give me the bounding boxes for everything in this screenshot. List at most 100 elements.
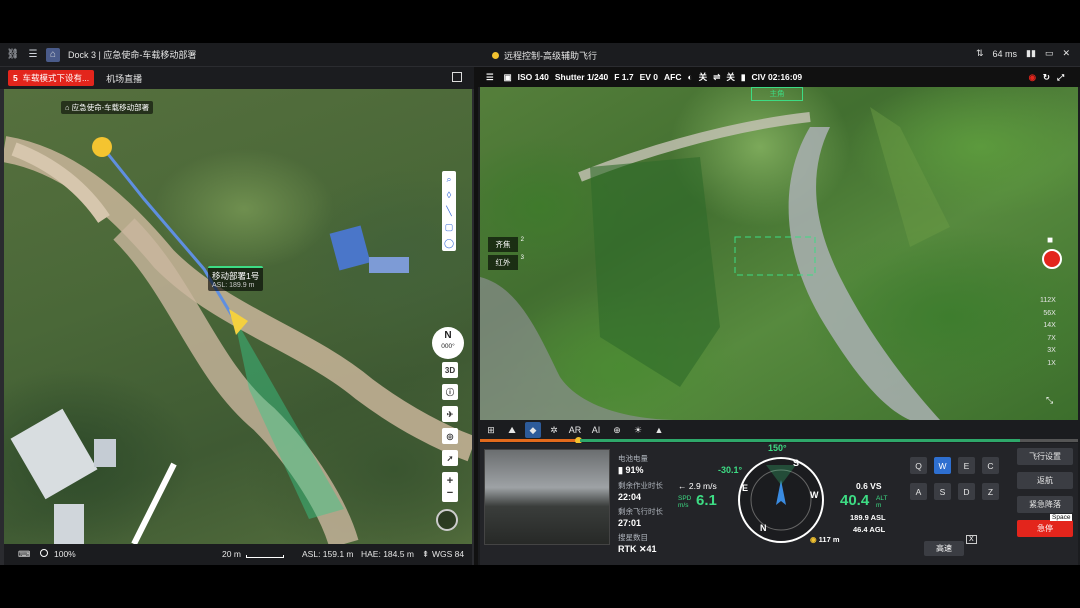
key-a[interactable]: A xyxy=(910,483,927,500)
opt1-value[interactable]: 关 xyxy=(699,71,708,83)
close-icon[interactable]: ✕ xyxy=(1062,48,1070,59)
expand-icon[interactable]: ⤢ xyxy=(1057,72,1064,83)
key-z[interactable]: Z xyxy=(982,483,999,500)
target-box[interactable]: 主角 xyxy=(751,87,803,101)
navigate-icon[interactable]: ➚ xyxy=(442,450,458,466)
fullscreen-icon[interactable] xyxy=(452,72,462,82)
screen-icon[interactable]: ▭ xyxy=(1045,48,1054,59)
ev-value[interactable]: EV 0 xyxy=(640,72,658,82)
circle-icon[interactable]: ◯ xyxy=(442,235,456,251)
home-icon: ◉ xyxy=(810,535,817,544)
return-home-button[interactable]: 返航 xyxy=(1017,472,1073,489)
spd-value: 6.1 xyxy=(696,492,717,509)
dist-text: 117 m xyxy=(818,535,840,544)
agl-value: 46.4 AGL xyxy=(853,525,886,534)
opt1-icon: ◐ xyxy=(687,72,693,82)
dock-icon[interactable]: ⌂ xyxy=(46,47,60,62)
aircraft-icon[interactable]: ✈ xyxy=(442,406,458,422)
zoom-percent: 100% xyxy=(54,549,76,559)
area-icon[interactable]: ▢ xyxy=(442,219,456,235)
key-w[interactable]: W xyxy=(934,457,951,474)
battery-label: 电池电量 xyxy=(618,454,648,463)
emergency-land-button[interactable]: 紧急降落 xyxy=(1017,496,1073,513)
video-record-icon[interactable]: ■ xyxy=(1047,235,1053,246)
compass-degree: 000° xyxy=(441,343,455,350)
progress-track[interactable] xyxy=(480,437,1078,444)
key-e[interactable]: E xyxy=(958,457,975,474)
lens-switch: 齐焦 2 红外 3 xyxy=(488,237,524,270)
ar-icon[interactable]: AR xyxy=(567,422,583,438)
zoom-in-button[interactable]: + xyxy=(447,475,453,487)
link-icon[interactable]: ⛓ xyxy=(6,48,20,62)
ai-icon[interactable]: AI xyxy=(588,422,604,438)
locate-icon[interactable]: ◎ xyxy=(442,428,458,444)
dist-value: ◉ 117 m xyxy=(810,535,840,544)
line-icon[interactable]: ╲ xyxy=(442,203,456,219)
speaker-icon[interactable]: ▲ xyxy=(651,422,667,438)
record-icon[interactable]: ◉ xyxy=(1029,72,1036,83)
zoom-level-1x[interactable]: 1X xyxy=(1040,358,1056,371)
mode-tag[interactable]: 5 车载模式下设有... xyxy=(8,70,95,86)
emergency-stop-button[interactable]: 急停 xyxy=(1017,520,1073,537)
zoom-slider-icon[interactable]: ⤡ xyxy=(1046,395,1053,406)
compass-e: E xyxy=(742,483,749,493)
shutter-button[interactable] xyxy=(1042,249,1062,269)
zoom-level-3x[interactable]: 3X xyxy=(1040,345,1056,358)
refresh-icon[interactable]: ↻ xyxy=(1043,72,1050,83)
zoom-level-14x[interactable]: 14X xyxy=(1040,320,1055,333)
opt2-value[interactable]: 关 xyxy=(726,71,735,83)
pin-icon[interactable]: ◊ xyxy=(442,187,456,203)
record-circle-icon xyxy=(40,549,48,557)
rtk-value: RTK ✕41 xyxy=(618,544,657,554)
dock-map-label-text: 应急使命-车载移动部署 xyxy=(71,103,150,112)
search-icon[interactable]: ⌕ xyxy=(442,171,456,187)
key-q[interactable]: Q xyxy=(910,457,927,474)
storage-time: CIV 02:16:09 xyxy=(751,72,803,82)
shutter-value[interactable]: Shutter 1/240 xyxy=(555,72,608,82)
key-d[interactable]: D xyxy=(958,483,975,500)
zoom-level-7x[interactable]: 7X xyxy=(1040,333,1056,346)
high-speed-button[interactable]: 高速 xyxy=(924,541,964,556)
zoom-level-56x[interactable]: 56X xyxy=(1040,308,1055,321)
target-icon[interactable]: ◆ xyxy=(525,422,541,438)
lens-ir-text: 红外 xyxy=(495,258,511,267)
satellite-map[interactable]: ⌂ 应急使命-车载移动部署 移动部署1号 ASL: 189.9 m ⌕ ◊ ╲ … xyxy=(4,89,472,544)
list-icon[interactable]: ☰ xyxy=(26,48,40,62)
dock-map-icon: ⌂ xyxy=(65,103,72,112)
lens-ir-number: 3 xyxy=(520,255,524,261)
gimbal-icon[interactable]: ⊕ xyxy=(609,422,625,438)
live-video[interactable]: 主角 齐焦 2 红外 3 ■ 112X 56X 14X 7X 3X 1X ⤡ xyxy=(480,87,1078,420)
remain-label: 剩余作业时长 xyxy=(618,481,663,490)
rtk-text: RTK xyxy=(618,544,637,554)
latency: 64 ms xyxy=(992,48,1018,59)
progress-fill xyxy=(480,439,578,442)
high-speed-text: 高速 xyxy=(936,544,952,553)
map-hae: HAE: 184.5 m xyxy=(361,549,414,559)
focus-mode[interactable]: AFC xyxy=(664,72,681,82)
terrain-icon[interactable]: ⛰ xyxy=(504,422,520,438)
sensor-icon[interactable]: ✲ xyxy=(546,422,562,438)
zoom-level-112x[interactable]: 112X xyxy=(1040,295,1056,308)
status-dot xyxy=(492,52,499,59)
signal-icon: ⇅ xyxy=(975,48,984,58)
key-s[interactable]: S xyxy=(934,483,951,500)
keyboard-icon[interactable]: ⌨ xyxy=(18,549,30,560)
zoom-out-button[interactable]: − xyxy=(447,487,453,499)
fpv-preview[interactable] xyxy=(484,449,610,545)
view-3d-button[interactable]: 3D xyxy=(442,362,458,378)
fly-settings-button[interactable]: 飞行设置 xyxy=(1017,448,1073,465)
heading-value: 150° xyxy=(768,443,787,453)
light-icon[interactable]: ☀ xyxy=(630,422,646,438)
lens-ir-button[interactable]: 红外 3 xyxy=(488,255,524,270)
info-icon[interactable]: ⓘ xyxy=(442,384,458,400)
north-indicator-icon[interactable] xyxy=(436,509,458,531)
grid-icon[interactable]: ⊞ xyxy=(483,422,499,438)
key-c[interactable]: C xyxy=(982,457,999,474)
menu-icon[interactable]: ☰ xyxy=(486,72,494,83)
aperture-value[interactable]: F 1.7 xyxy=(614,72,633,82)
map-compass[interactable]: N 000° xyxy=(432,327,464,359)
iso-value[interactable]: ISO 140 xyxy=(518,72,549,82)
space-hint: Space xyxy=(1050,514,1073,521)
lens-wide-button[interactable]: 齐焦 2 xyxy=(488,237,524,252)
tab-live[interactable]: 机场直播 xyxy=(106,72,142,85)
